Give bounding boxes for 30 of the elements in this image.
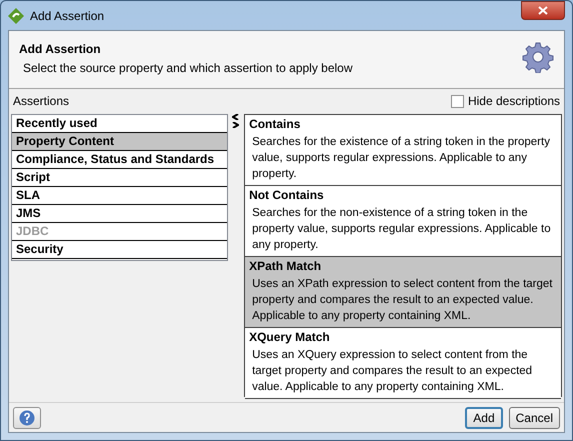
close-button[interactable] bbox=[521, 1, 565, 20]
dialog-button[interactable]: Add bbox=[465, 406, 503, 428]
assertion-name: Contains bbox=[249, 117, 302, 132]
assertion-name: XQuery Match bbox=[249, 330, 331, 345]
help-button[interactable] bbox=[13, 406, 41, 428]
gear-icon bbox=[522, 41, 554, 73]
app-logo-icon bbox=[8, 8, 24, 24]
category-item[interactable]: Recently used bbox=[12, 115, 228, 133]
assertion-description: Searches for the non-existence of a string token in the property value, supports regular expressions. Applicable to any property. bbox=[251, 206, 552, 253]
assertion-item[interactable]: XPath Match Uses an XPath expression to select content from the target property and compares the result to an expected value. Applicable to any property containing XML. bbox=[245, 257, 561, 328]
category-item[interactable]: Security bbox=[12, 241, 228, 259]
hide-descriptions-label: Hide descriptions bbox=[468, 93, 560, 110]
assertion-description: Uses an XQuery expression to select content from the target property and compares the result to an expected value. Applicable to any property containing XML. bbox=[251, 348, 534, 395]
header-title: Add Assertion bbox=[19, 43, 102, 56]
category-item[interactable]: Script bbox=[12, 169, 228, 187]
category-item[interactable]: Compliance, Status and Standards bbox=[12, 151, 228, 169]
assertion-description: Uses an XPath expression to select content from the target property and compares the result to an expected value. Applicable to any property containing XML. bbox=[251, 277, 554, 324]
assertions-label: Assertions bbox=[13, 93, 70, 110]
header-subtitle: Select the source property and which assertion to apply below bbox=[22, 62, 353, 75]
window-title: Add Assertion bbox=[30, 8, 104, 24]
assertion-description: Searches for the existence of a string token in the property value, supports regular expressions. Applicable to any property. bbox=[251, 135, 551, 182]
expand-right-icon[interactable] bbox=[232, 122, 239, 128]
category-item[interactable]: Property Content bbox=[12, 133, 228, 151]
assertion-name: Not Contains bbox=[249, 188, 325, 203]
help-icon bbox=[19, 410, 35, 426]
dialog-button[interactable]: Cancel bbox=[508, 406, 560, 428]
assertion-name: XPath Match bbox=[249, 259, 322, 274]
hide-descriptions-checkbox[interactable] bbox=[450, 94, 464, 108]
collapse-left-icon[interactable] bbox=[232, 114, 239, 120]
close-icon bbox=[538, 6, 548, 15]
